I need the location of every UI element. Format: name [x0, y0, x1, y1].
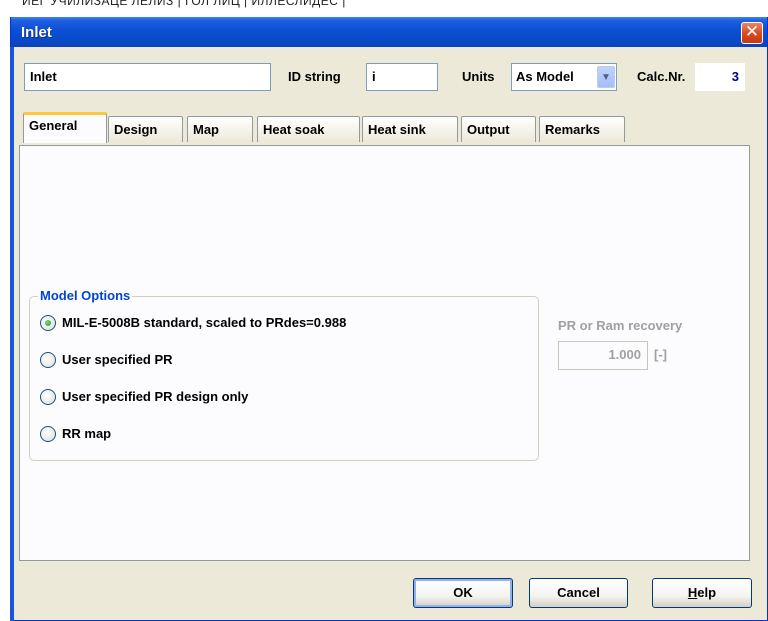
close-icon: ✕: [744, 22, 760, 42]
tab-heat-sink[interactable]: Heat sink: [362, 116, 458, 142]
model-options-group: Model Options MIL-E-5008B standard, scal…: [29, 288, 539, 461]
option-label: User specified PR: [62, 352, 173, 367]
background-window-strip: ИЕГ УЧИЛИЗАЦЕ ЛЕЛИЗ | ГОЛ ЛИЦ | ИЛЛЕСЛИД…: [0, 0, 768, 18]
ok-button[interactable]: OK: [413, 578, 513, 608]
cancel-button[interactable]: Cancel: [529, 578, 628, 608]
radio-button[interactable]: [40, 352, 56, 368]
window-frame-left: [10, 47, 14, 621]
tab-label: Output: [467, 122, 510, 137]
tab-label: Heat soak: [263, 122, 325, 137]
units-select[interactable]: As Model ▼: [511, 63, 617, 91]
units-selected-value: As Model: [516, 69, 574, 84]
option-label: User specified PR design only: [62, 389, 249, 404]
help-accelerator: H: [687, 585, 698, 600]
option-label: MIL-E-5008B standard, scaled to PRdes=0.…: [62, 315, 347, 330]
tab-map[interactable]: Map: [187, 116, 253, 142]
help-label-rest: elp: [697, 585, 717, 600]
id-string-input[interactable]: i: [366, 63, 438, 91]
tab-label: General: [29, 118, 78, 133]
tab-general[interactable]: General: [23, 112, 107, 143]
close-button[interactable]: ✕: [741, 22, 763, 44]
option-label: RR map: [62, 426, 112, 441]
calc-nr-value: 3: [695, 63, 745, 91]
pr-ram-recovery-unit: [-]: [654, 347, 667, 362]
tab-design[interactable]: Design: [108, 116, 183, 142]
tab-label: Remarks: [545, 122, 600, 137]
tab-label: Heat sink: [368, 122, 426, 137]
radio-selected-dot: [45, 320, 51, 326]
title-bar[interactable]: Inlet ✕: [11, 17, 767, 47]
background-window-text: ИЕГ УЧИЛИЗАЦЕ ЛЕЛИЗ | ГОЛ ЛИЦ | ИЛЛЕСЛИД…: [22, 0, 346, 8]
model-options-title: Model Options: [38, 288, 133, 303]
radio-button[interactable]: [40, 426, 56, 442]
chevron-down-icon[interactable]: ▼: [597, 66, 615, 88]
units-label: Units: [462, 69, 495, 84]
window-title: Inlet: [21, 24, 52, 41]
radio-button[interactable]: [40, 389, 56, 405]
id-string-label: ID string: [288, 69, 341, 84]
calc-nr-label: Calc.Nr.: [637, 69, 686, 84]
radio-button[interactable]: [40, 315, 56, 331]
component-name-input[interactable]: Inlet: [24, 63, 271, 91]
tab-heat-soak[interactable]: Heat soak: [257, 116, 360, 142]
tab-output[interactable]: Output: [461, 116, 536, 142]
pr-ram-recovery-label: PR or Ram recovery: [558, 318, 683, 333]
pr-ram-recovery-input: 1.000: [558, 341, 648, 370]
help-button[interactable]: Help: [652, 578, 752, 608]
tab-remarks[interactable]: Remarks: [539, 116, 625, 142]
tab-label: Map: [193, 122, 219, 137]
tab-label: Design: [114, 122, 158, 137]
